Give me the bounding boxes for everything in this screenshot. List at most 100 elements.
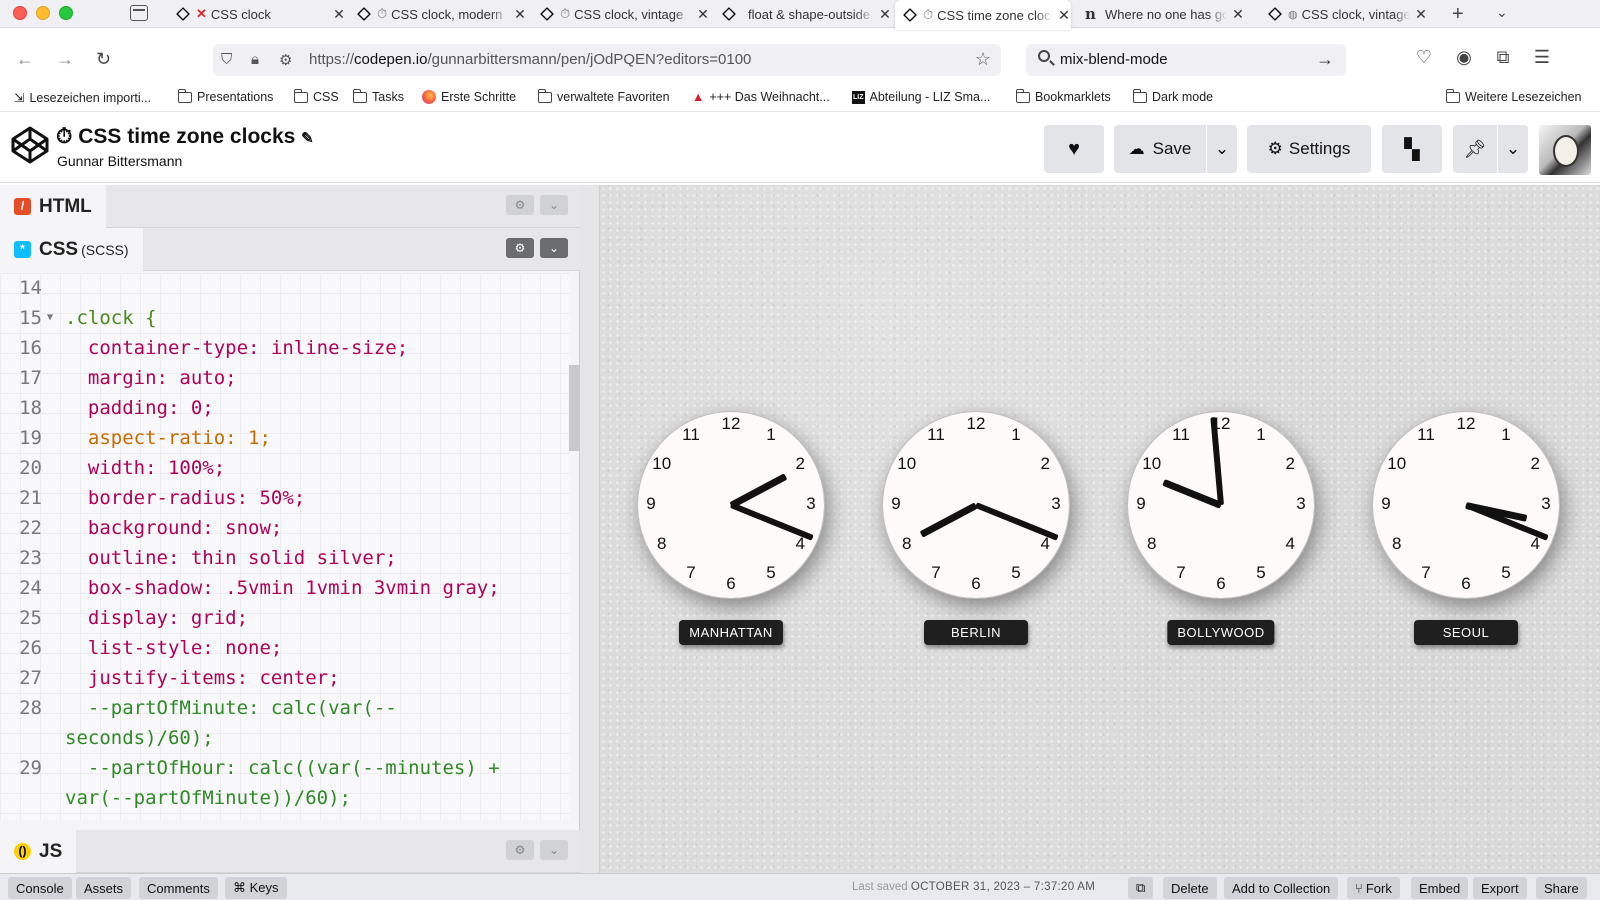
assets-button[interactable]: Assets <box>76 877 132 899</box>
css-code-editor[interactable]: 14 15 ▼ .clock { 16 container-type: inline… <box>0 273 570 820</box>
edit-pencil-icon[interactable]: ✎ <box>301 130 314 147</box>
clock-numeral: 5 <box>766 563 776 583</box>
search-bar[interactable]: mix-blend-mode → <box>1026 44 1346 76</box>
code-scrollbar[interactable] <box>569 365 579 451</box>
browser-tab-4[interactable]: float & shape-outside ✕ <box>722 0 892 28</box>
menu-hamburger-icon[interactable]: ☰ <box>1532 47 1552 68</box>
browser-tab-6[interactable]: n Where no one has gone ✕ <box>1085 0 1245 28</box>
html-badge-icon: / <box>14 198 31 215</box>
html-panel-header[interactable]: / HTML ⚙ ⌄ <box>0 185 580 228</box>
code-line: 19 aspect-ratio: 1; <box>19 427 271 449</box>
search-go-arrow-icon[interactable]: → <box>1316 49 1334 70</box>
close-tab-icon[interactable]: ✕ <box>1057 7 1071 24</box>
js-settings-gear-icon[interactable]: ⚙ <box>506 840 534 860</box>
embed-button[interactable]: Embed <box>1411 877 1469 899</box>
code-line: 26 list-style: none; <box>19 637 283 659</box>
back-arrow-icon[interactable]: ← <box>16 49 34 70</box>
pin-options-button[interactable]: ⌄ <box>1498 125 1528 173</box>
js-panel-header[interactable]: () JS ⚙ ⌄ <box>0 830 580 873</box>
tab-overview-icon[interactable] <box>130 5 148 21</box>
extensions-icon[interactable]: ⧉ <box>1493 47 1513 68</box>
bookmark-import[interactable]: ⇲ Lesezeichen importi... <box>14 90 151 106</box>
zoom-window-button[interactable] <box>59 6 73 20</box>
browser-tab-2[interactable]: ⏱ CSS clock, modern ✕ <box>357 0 527 28</box>
code-line: 23 outline: thin solid silver; <box>19 547 397 569</box>
bookmark-presentations[interactable]: Presentations <box>177 88 273 104</box>
bookmark-weihnacht[interactable]: ▲ +++ Das Weihnacht... <box>692 90 830 104</box>
reload-icon[interactable]: ↻ <box>96 49 111 70</box>
export-button[interactable]: Export <box>1473 877 1527 899</box>
love-button[interactable]: ♥ <box>1044 125 1104 173</box>
code-line: 21 border-radius: 50%; <box>19 487 306 509</box>
close-tab-icon[interactable]: ✕ <box>332 6 346 23</box>
html-panel-tab[interactable]: / HTML <box>0 185 106 228</box>
close-tab-icon[interactable]: ✕ <box>696 6 710 23</box>
bookmark-erste-schritte[interactable]: Erste Schritte <box>422 90 516 104</box>
keys-button[interactable]: ⌘ Keys <box>225 877 287 899</box>
css-settings-gear-icon[interactable]: ⚙ <box>506 238 534 258</box>
new-tab-icon[interactable]: + <box>1452 3 1464 26</box>
layout-icon: ▚ <box>1404 138 1420 161</box>
bookmark-star-icon[interactable]: ☆ <box>975 49 991 70</box>
close-tab-icon[interactable]: ✕ <box>878 6 892 23</box>
error-x-icon: ✕ <box>196 6 207 21</box>
add-to-collection-button[interactable]: Add to Collection <box>1224 877 1339 899</box>
bookmark-tasks[interactable]: Tasks <box>352 88 404 104</box>
browser-tab-active[interactable]: ⏱ CSS time zone clocks ✕ <box>895 0 1071 30</box>
resize-divider[interactable] <box>580 185 600 873</box>
code-line: 15 ▼ .clock { <box>0 303 570 333</box>
lock-icon[interactable]: 🔒︎ <box>251 51 259 68</box>
css-panel-tab[interactable]: * CSS (SCSS) <box>0 228 143 271</box>
url-text[interactable]: https://codepen.io/gunnarbittersmann/pen… <box>309 51 751 68</box>
pocket-icon[interactable]: ♡ <box>1414 47 1434 68</box>
address-bar[interactable]: ⛉ 🔒︎ ⚙ https://codepen.io/gunnarbittersm… <box>213 44 1001 76</box>
shield-icon[interactable]: ⛉ <box>221 51 232 68</box>
forward-arrow-icon[interactable]: → <box>56 49 74 70</box>
avatar[interactable] <box>1539 125 1591 175</box>
browser-tab-3[interactable]: ⏱ CSS clock, vintage ✕ <box>540 0 710 28</box>
pen-author[interactable]: Gunnar Bittersmann <box>57 153 182 169</box>
bookmark-dark-mode[interactable]: Dark mode <box>1132 88 1213 104</box>
change-view-button[interactable]: ▚ <box>1382 125 1442 173</box>
pen-title[interactable]: ⏱ CSS time zone clocks ✎ <box>56 125 314 149</box>
close-tab-icon[interactable]: ✕ <box>1231 6 1245 23</box>
open-external-button[interactable]: ⧉ <box>1128 877 1154 899</box>
codepen-logo-icon[interactable] <box>10 125 50 165</box>
tab-list-chevron-icon[interactable]: ⌄ <box>1496 4 1508 21</box>
fork-button[interactable]: ⑂ Fork <box>1347 877 1400 899</box>
settings-button[interactable]: ⚙ Settings <box>1247 125 1371 173</box>
stopwatch-icon: ⏱ <box>923 7 934 22</box>
share-button[interactable]: Share <box>1536 877 1587 899</box>
minimize-window-button[interactable] <box>36 6 50 20</box>
external-link-icon: ⧉ <box>1136 880 1146 895</box>
fold-arrow-icon[interactable]: ▼ <box>47 303 53 333</box>
comments-button[interactable]: Comments <box>139 877 218 899</box>
clock-numeral: 2 <box>1285 454 1296 473</box>
delete-button[interactable]: Delete <box>1163 877 1217 899</box>
js-collapse-chevron-icon[interactable]: ⌄ <box>540 840 568 860</box>
js-panel-tab[interactable]: () JS <box>0 830 77 873</box>
browser-tab-7[interactable]: ◍ CSS clock, vintage ✕ <box>1268 0 1428 28</box>
close-window-button[interactable] <box>13 6 27 20</box>
account-icon[interactable]: ◉ <box>1454 47 1474 68</box>
bookmark-abteilung-liz[interactable]: LIZ Abteilung - LIZ Sma... <box>852 90 990 104</box>
html-settings-gear-icon[interactable]: ⚙ <box>506 195 534 215</box>
pin-button[interactable]: 📌︎ <box>1453 125 1497 173</box>
bookmark-css[interactable]: CSS <box>293 88 339 104</box>
close-tab-icon[interactable]: ✕ <box>513 6 527 23</box>
last-saved: Last saved OCTOBER 31, 2023 – 7:37:20 AM <box>852 881 1096 893</box>
permissions-icon[interactable]: ⚙ <box>279 51 292 69</box>
clock-numeral: 8 <box>901 534 912 553</box>
html-collapse-chevron-icon[interactable]: ⌄ <box>540 195 568 215</box>
css-panel-header[interactable]: * CSS (SCSS) ⚙ ⌄ <box>0 228 580 271</box>
save-options-button[interactable]: ⌄ <box>1207 125 1237 173</box>
save-button[interactable]: ☁ Save <box>1114 125 1206 173</box>
other-bookmarks[interactable]: Weitere Lesezeichen <box>1445 88 1582 104</box>
console-button[interactable]: Console <box>8 877 72 899</box>
browser-tab-1[interactable]: ✕ CSS clock ✕ <box>176 0 346 28</box>
close-tab-icon[interactable]: ✕ <box>1414 6 1428 23</box>
css-collapse-chevron-icon[interactable]: ⌄ <box>540 238 568 258</box>
bookmark-bookmarklets[interactable]: Bookmarklets <box>1015 88 1111 104</box>
bookmark-verwaltete-favoriten[interactable]: verwaltete Favoriten <box>537 88 670 104</box>
clock-numeral: 5 <box>1501 563 1511 583</box>
